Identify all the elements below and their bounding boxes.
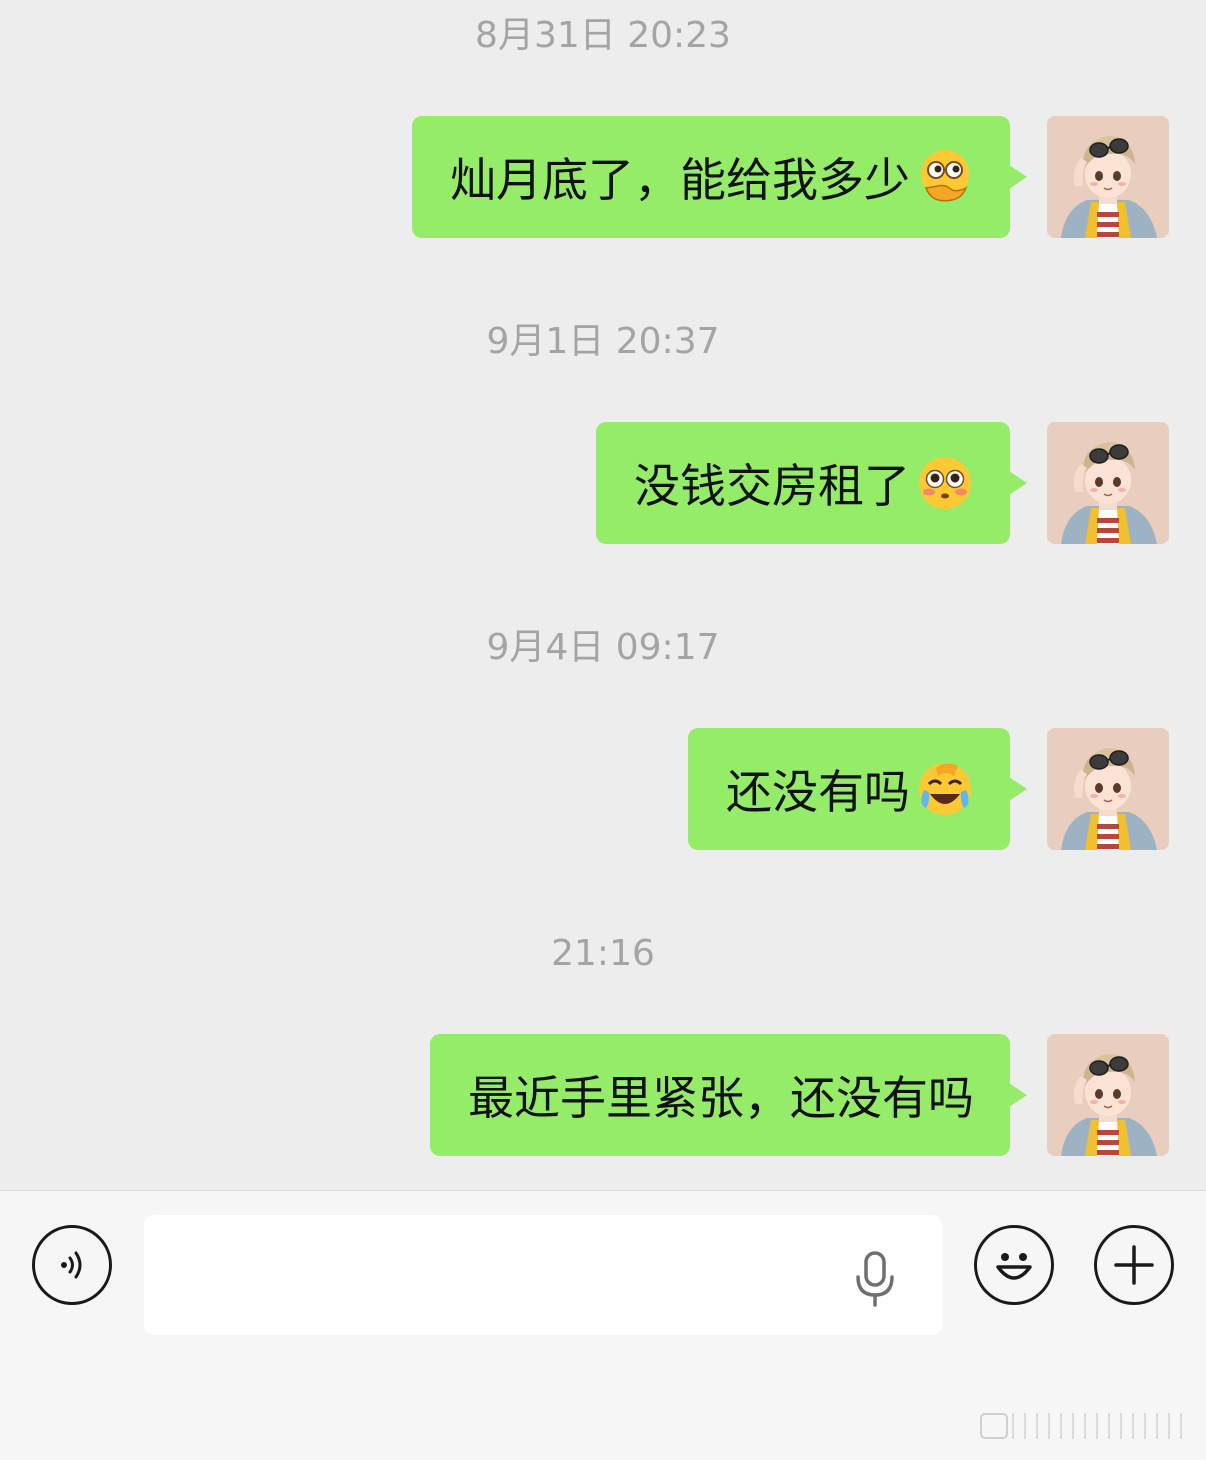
watermark-box xyxy=(980,1413,1008,1439)
message-bubble[interactable]: 没钱交房租了 xyxy=(596,422,1027,544)
avatar[interactable] xyxy=(1047,422,1169,544)
message-row: 灿月底了，能给我多少 xyxy=(0,116,1206,240)
watermark-bars xyxy=(1012,1413,1192,1439)
input-bar xyxy=(0,1190,1206,1460)
avatar[interactable] xyxy=(1047,728,1169,850)
timestamp: 9月1日 20:37 xyxy=(486,321,720,362)
message-bubble[interactable]: 最近手里紧张，还没有吗 xyxy=(430,1034,1027,1156)
message-text: 没钱交房租了 xyxy=(634,459,910,513)
chat-area: 8月31日 20:23 灿月底了，能给我多少 9月1日 20:37 没钱交房租了 xyxy=(0,0,1206,1190)
plus-icon[interactable] xyxy=(1094,1225,1174,1305)
message-text: 还没有吗 xyxy=(726,765,910,819)
crying-laughing-emoji-icon xyxy=(916,760,974,818)
voice-icon[interactable] xyxy=(32,1225,112,1305)
emoji-icon[interactable] xyxy=(974,1225,1054,1305)
timestamp: 8月31日 20:23 xyxy=(475,15,731,56)
thinking-hand-over-face-emoji-icon xyxy=(916,148,974,206)
message-row: 还没有吗 xyxy=(0,728,1206,852)
timestamp: 9月4日 09:17 xyxy=(486,627,720,668)
message-row: 没钱交房租了 xyxy=(0,422,1206,546)
message-bubble[interactable]: 灿月底了，能给我多少 xyxy=(412,116,1027,238)
message-text: 最近手里紧张，还没有吗 xyxy=(468,1071,974,1125)
avatar[interactable] xyxy=(1047,1034,1169,1156)
message-bubble[interactable]: 还没有吗 xyxy=(688,728,1027,850)
avatar[interactable] xyxy=(1047,116,1169,238)
timestamp: 21:16 xyxy=(551,933,655,974)
microphone-icon[interactable] xyxy=(852,1251,898,1307)
message-row: 最近手里紧张，还没有吗 xyxy=(0,1034,1206,1158)
message-input[interactable] xyxy=(144,1215,942,1335)
pleading-face-emoji-icon xyxy=(916,454,974,512)
message-text: 灿月底了，能给我多少 xyxy=(450,153,910,207)
